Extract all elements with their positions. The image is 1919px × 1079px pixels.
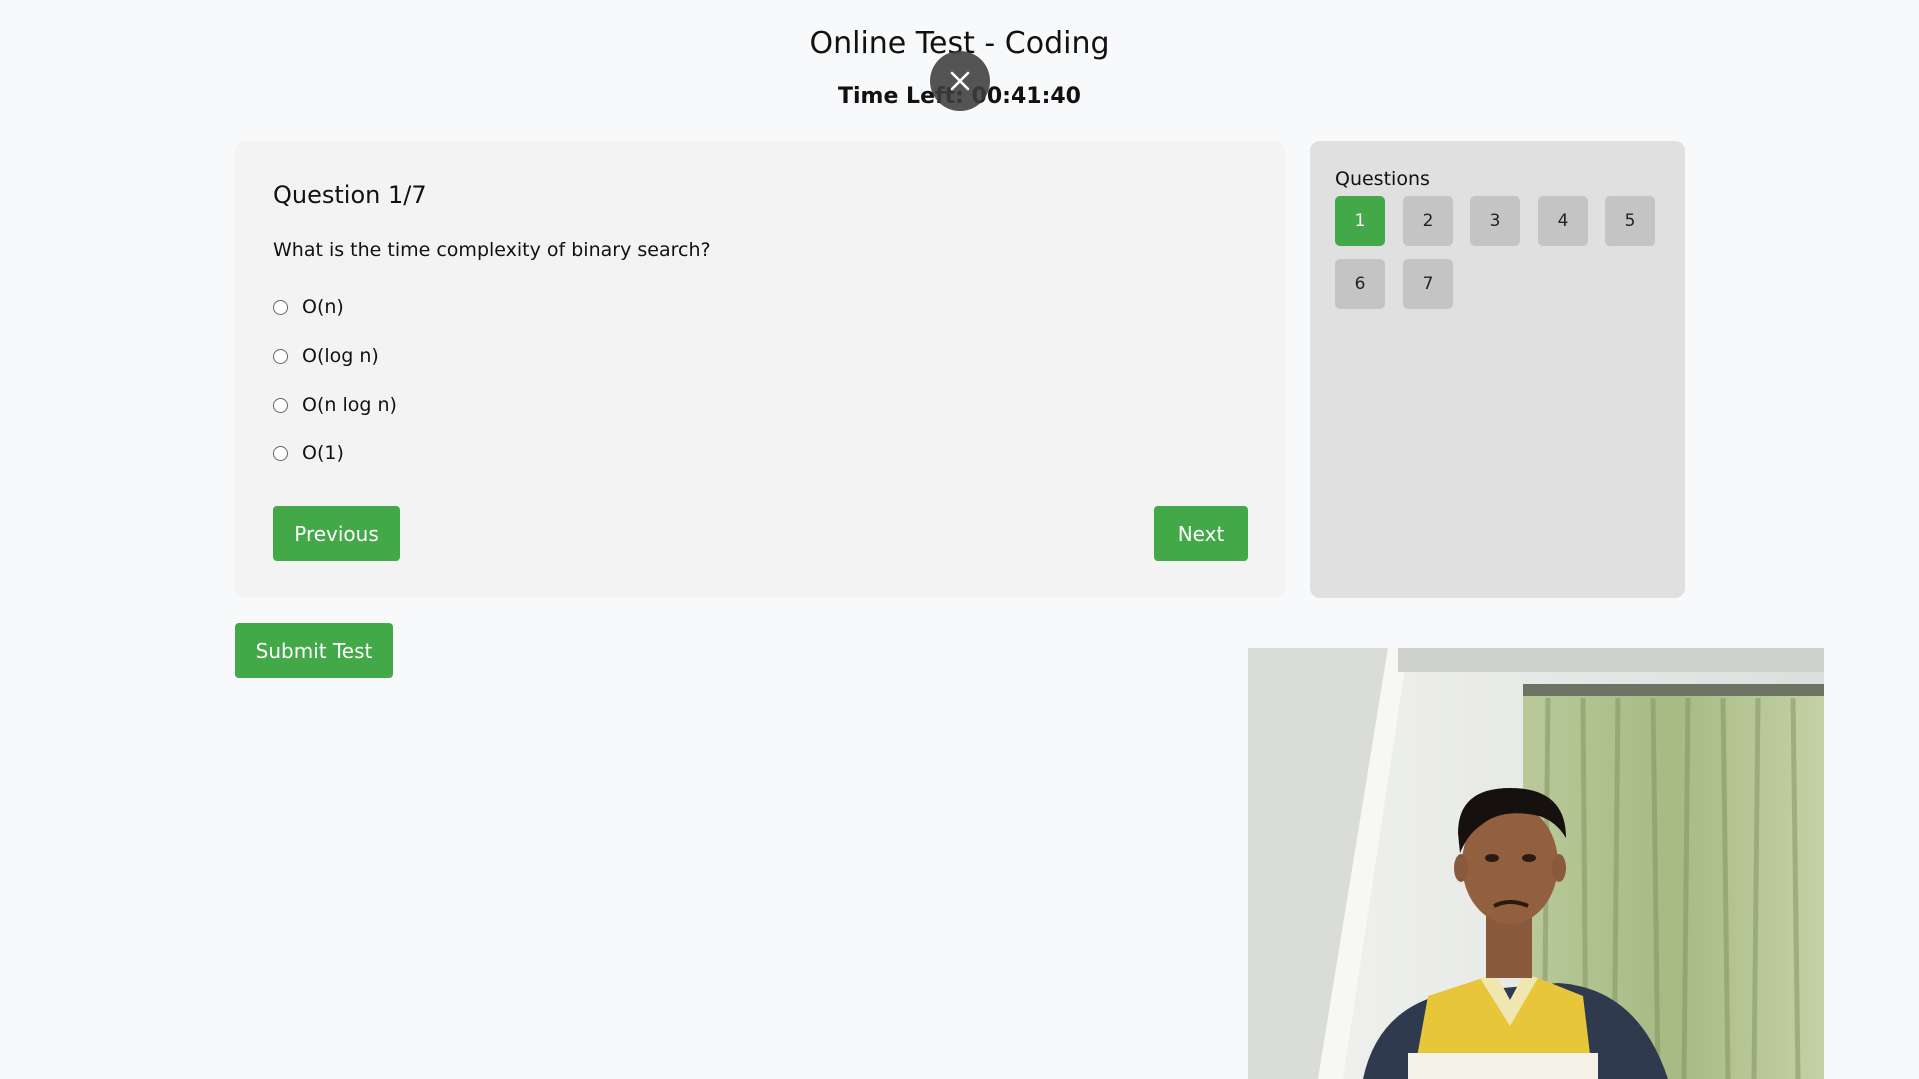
option-3[interactable]: O(n log n) xyxy=(273,394,397,416)
option-1[interactable]: O(n) xyxy=(273,296,344,318)
question-nav-button-5[interactable]: 5 xyxy=(1605,196,1655,246)
radio-button[interactable] xyxy=(273,445,288,461)
question-navigator: Questions 1 2 3 4 5 6 7 xyxy=(1310,141,1685,598)
question-number: Question 1/7 xyxy=(273,181,427,209)
question-nav-button-1[interactable]: 1 xyxy=(1335,196,1385,246)
question-nav-button-6[interactable]: 6 xyxy=(1335,259,1385,309)
previous-button[interactable]: Previous xyxy=(273,506,400,561)
webcam-preview xyxy=(1248,648,1824,1079)
option-2[interactable]: O(log n) xyxy=(273,345,379,367)
webcam-feed-image xyxy=(1248,648,1824,1079)
question-nav-button-4[interactable]: 4 xyxy=(1538,196,1588,246)
option-label: O(1) xyxy=(302,442,344,464)
close-overlay-button[interactable] xyxy=(930,51,990,111)
submit-test-button[interactable]: Submit Test xyxy=(235,623,393,678)
option-label: O(n) xyxy=(302,296,344,318)
close-icon xyxy=(950,71,970,91)
question-nav-button-7[interactable]: 7 xyxy=(1403,259,1453,309)
next-button[interactable]: Next xyxy=(1154,506,1248,561)
radio-button[interactable] xyxy=(273,299,288,315)
radio-button[interactable] xyxy=(273,397,288,413)
option-label: O(log n) xyxy=(302,345,379,367)
question-nav-button-2[interactable]: 2 xyxy=(1403,196,1453,246)
navigator-title: Questions xyxy=(1335,168,1430,190)
question-nav-button-3[interactable]: 3 xyxy=(1470,196,1520,246)
radio-button[interactable] xyxy=(273,348,288,364)
question-card: Question 1/7 What is the time complexity… xyxy=(235,141,1285,598)
option-4[interactable]: O(1) xyxy=(273,442,344,464)
option-label: O(n log n) xyxy=(302,394,397,416)
question-text: What is the time complexity of binary se… xyxy=(273,239,711,261)
